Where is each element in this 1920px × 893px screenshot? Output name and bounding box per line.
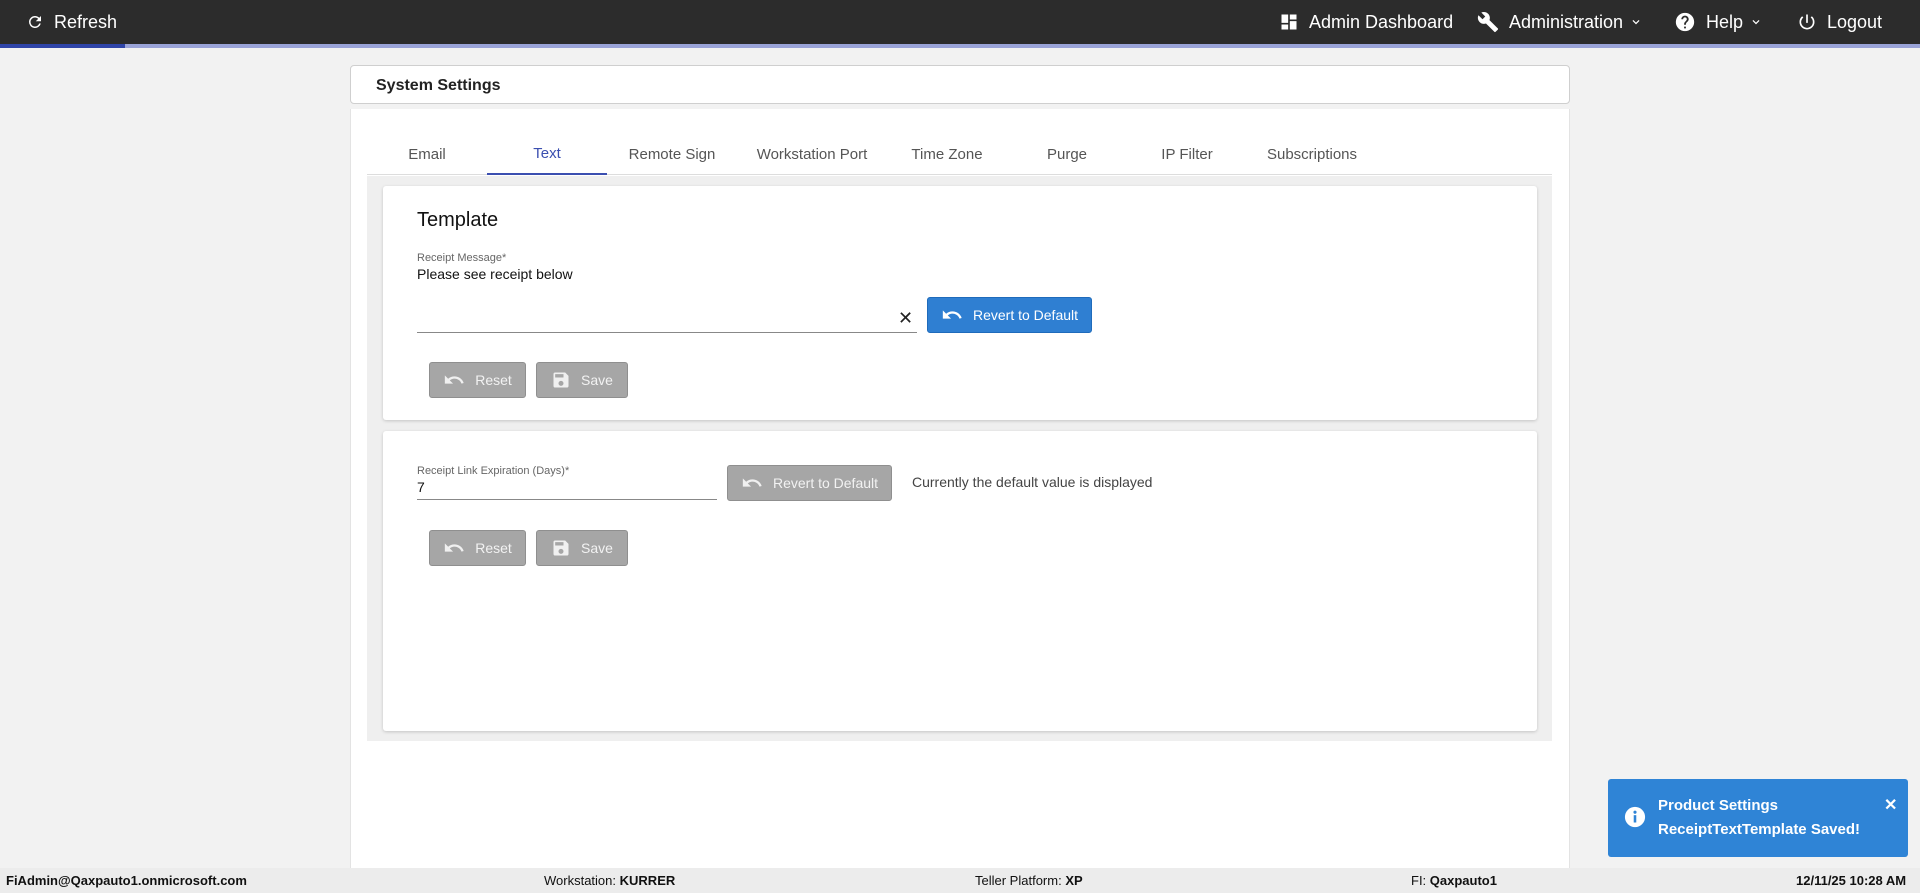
- fi-label: FI:: [1411, 873, 1427, 888]
- tab-time-zone[interactable]: Time Zone: [887, 133, 1007, 175]
- expiration-underline: [417, 499, 717, 500]
- receipt-message-label: Receipt Message*: [417, 252, 507, 264]
- undo-icon: [942, 310, 962, 319]
- undo-icon: [445, 375, 464, 384]
- receipt-message-underline: [417, 332, 917, 333]
- reset-label: Reset: [475, 372, 512, 388]
- dashboard-icon: [1281, 14, 1297, 30]
- save-label: Save: [581, 540, 613, 556]
- fi-value: Qaxpauto1: [1429, 873, 1497, 888]
- page-header-card: System Settings: [350, 65, 1570, 104]
- status-datetime: 12/11/25 10:28 AM: [1796, 873, 1907, 888]
- undo-icon: [445, 543, 464, 552]
- revert-label: Revert to Default: [772, 475, 879, 491]
- save-icon: [553, 540, 569, 556]
- chevron-down-icon: [1632, 20, 1640, 25]
- tab-purge[interactable]: Purge: [1007, 133, 1127, 175]
- refresh-label: Refresh: [54, 11, 118, 32]
- revert-to-default-button[interactable]: Revert to Default: [727, 465, 892, 501]
- tab-subscriptions[interactable]: Subscriptions: [1247, 133, 1377, 175]
- section-title: Template: [417, 209, 499, 231]
- teller-platform-value: XP: [1065, 873, 1083, 888]
- toast-title: Product Settings: [1658, 797, 1779, 814]
- tab-remote-sign[interactable]: Remote Sign: [607, 133, 737, 175]
- help-icon: [1675, 12, 1695, 32]
- chevron-down-icon: [1752, 20, 1760, 25]
- refresh-button[interactable]: Refresh: [26, 0, 117, 44]
- power-icon: [1799, 14, 1815, 30]
- tab-ip-filter[interactable]: IP Filter: [1127, 133, 1247, 175]
- toast-message: ReceiptTextTemplate Saved!: [1658, 821, 1861, 838]
- page-title: System Settings: [376, 77, 501, 94]
- admin-dashboard-link[interactable]: Admin Dashboard: [1279, 0, 1453, 44]
- clear-icon[interactable]: ✕: [898, 308, 913, 329]
- admin-dashboard-label: Admin Dashboard: [1309, 11, 1454, 32]
- workstation-label: Workstation:: [544, 873, 617, 888]
- expiration-label: Receipt Link Expiration (Days)*: [417, 465, 570, 477]
- progress-fill: [0, 44, 125, 48]
- toast-notification: Product Settings ReceiptTextTemplate Sav…: [1608, 779, 1908, 857]
- save-button[interactable]: Save: [536, 530, 628, 566]
- default-value-note: Currently the default value is displayed: [912, 474, 1153, 490]
- save-icon: [553, 372, 569, 388]
- help-label: Help: [1706, 11, 1744, 32]
- refresh-icon: [29, 15, 41, 28]
- revert-to-default-button[interactable]: Revert to Default: [927, 297, 1092, 333]
- reset-button[interactable]: Reset: [429, 362, 526, 398]
- reset-button[interactable]: Reset: [429, 530, 526, 566]
- expiration-input[interactable]: 7: [417, 479, 425, 495]
- save-button[interactable]: Save: [536, 362, 628, 398]
- receipt-message-field[interactable]: Please see receipt below: [417, 266, 573, 282]
- close-icon[interactable]: ✕: [1884, 795, 1897, 815]
- settings-tabs: Email Text Remote Sign Workstation Port …: [367, 133, 1552, 175]
- loading-progress-bar: [0, 44, 1920, 48]
- top-navigation-bar: Refresh Admin Dashboard Administration H…: [0, 0, 1920, 48]
- status-bar: FiAdmin@Qaxpauto1.onmicrosoft.com Workst…: [0, 868, 1920, 893]
- administration-label: Administration: [1509, 11, 1624, 32]
- wrench-icon: [1477, 12, 1499, 33]
- logout-button[interactable]: Logout: [1797, 0, 1882, 44]
- reset-label: Reset: [475, 540, 512, 556]
- tab-text[interactable]: Text: [487, 133, 607, 175]
- teller-platform-label: Teller Platform:: [975, 873, 1062, 888]
- workstation-value: KURRER: [619, 873, 676, 888]
- info-icon: [1624, 806, 1646, 828]
- save-label: Save: [581, 372, 613, 388]
- status-user: FiAdmin@Qaxpauto1.onmicrosoft.com: [6, 873, 247, 888]
- tab-workstation-port[interactable]: Workstation Port: [737, 133, 887, 175]
- administration-menu[interactable]: Administration: [1477, 0, 1643, 44]
- tab-email[interactable]: Email: [367, 133, 487, 175]
- revert-label: Revert to Default: [972, 307, 1079, 323]
- logout-label: Logout: [1827, 11, 1883, 32]
- undo-icon: [742, 478, 762, 487]
- help-menu[interactable]: Help: [1674, 0, 1763, 44]
